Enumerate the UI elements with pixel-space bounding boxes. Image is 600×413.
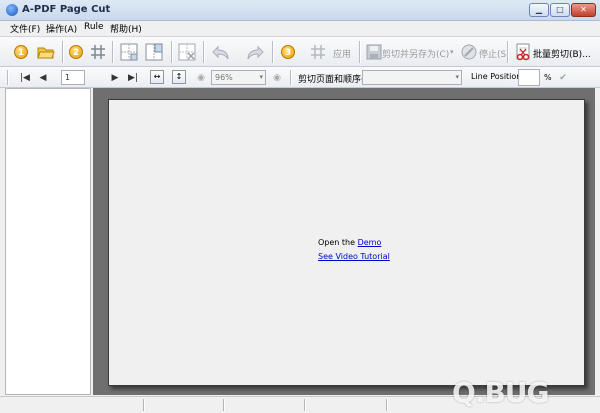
- minimize-button[interactable]: ▁: [529, 3, 549, 17]
- maximize-button[interactable]: □: [550, 3, 570, 17]
- navigation-toolbar: |◀ ◀ 1 ▶ ▶| ↔ ↕ ◉ 96% ▾ ◉ 剪切页面和顺序(C) ▾ L…: [0, 67, 600, 88]
- page-number-input[interactable]: 1: [61, 70, 85, 85]
- confirm-button[interactable]: ✔: [556, 71, 570, 84]
- fit-height-icon: ↕: [175, 72, 183, 81]
- add-row-button[interactable]: [118, 41, 140, 63]
- fit-height-button[interactable]: ↕: [172, 70, 186, 84]
- line-position-label: Line Position:: [471, 72, 525, 81]
- zoom-value: 96%: [215, 73, 233, 82]
- status-separator: [223, 399, 224, 411]
- menu-file[interactable]: 文件(F): [10, 22, 40, 35]
- menu-action[interactable]: 操作(A): [46, 22, 77, 35]
- prev-page-icon: ◀: [39, 72, 47, 83]
- save-icon: [366, 44, 382, 60]
- delete-line-icon: [178, 43, 196, 61]
- step3-badge: 3: [277, 41, 299, 63]
- fit-width-icon: ↔: [153, 72, 161, 81]
- stop-icon: [461, 44, 477, 60]
- undo-icon: [212, 45, 229, 60]
- checkmark-icon: ✔: [559, 72, 567, 83]
- main-toolbar: 1 2 3 应用 剪切并另存为(C) ▾ 停止(S) 批量剪切(B)...: [0, 36, 600, 67]
- status-separator: [304, 399, 305, 411]
- step1-icon: 1: [14, 45, 28, 59]
- video-tutorial-link[interactable]: See Video Tutorial: [318, 252, 390, 261]
- zoom-in-button[interactable]: ◉: [270, 71, 284, 84]
- batch-cut-label[interactable]: 批量剪切(B)...: [533, 47, 591, 60]
- thumbnail-panel[interactable]: [5, 88, 91, 395]
- step2-badge: 2: [65, 41, 87, 63]
- split-vertical-icon: [145, 43, 163, 61]
- toolbar-separator: [507, 41, 508, 63]
- toolbar-grip: [7, 70, 8, 85]
- status-separator: [386, 399, 387, 411]
- apply-button[interactable]: [307, 41, 329, 63]
- open-folder-icon: [37, 47, 55, 59]
- stop-icon-button[interactable]: [458, 41, 480, 63]
- chevron-down-icon: ▾: [259, 73, 263, 81]
- close-button[interactable]: ✕: [571, 3, 596, 17]
- title-bar: A-PDF Page Cut ▁ □ ✕: [0, 0, 600, 21]
- fit-width-button[interactable]: ↔: [150, 70, 164, 84]
- window-title: A-PDF Page Cut: [22, 4, 111, 15]
- document-viewer[interactable]: Open the Demo See Video Tutorial: [93, 88, 595, 395]
- first-page-button[interactable]: |◀: [18, 71, 32, 84]
- percent-sign: %: [544, 73, 552, 82]
- line-position-input[interactable]: [518, 69, 540, 86]
- last-page-button[interactable]: ▶|: [126, 71, 140, 84]
- menu-bar: 文件(F) 操作(A) Rule 帮助(H): [0, 21, 600, 35]
- demo-link[interactable]: Demo: [358, 238, 382, 247]
- menu-help[interactable]: 帮助(H): [110, 22, 142, 35]
- last-page-icon: ▶|: [128, 72, 138, 83]
- apply-grid-icon: [311, 45, 325, 59]
- toolbar-separator: [290, 70, 291, 85]
- split-horizontal-icon: [120, 43, 138, 61]
- toolbar-separator: [203, 41, 204, 63]
- zoom-out-icon: ◉: [197, 72, 205, 83]
- pdf-scissors-icon: [516, 43, 530, 61]
- app-icon: [6, 4, 18, 16]
- zoom-select[interactable]: 96% ▾: [211, 70, 266, 85]
- grid-icon: [91, 45, 105, 59]
- toolbar-separator: [359, 41, 360, 63]
- redo-button[interactable]: [244, 41, 266, 63]
- status-separator: [143, 399, 144, 411]
- chevron-down-icon: ▾: [455, 73, 459, 81]
- batch-cut-icon-button[interactable]: [512, 41, 534, 63]
- redo-icon: [247, 45, 264, 60]
- pdf-page[interactable]: Open the Demo See Video Tutorial: [108, 99, 585, 386]
- chevron-down-icon[interactable]: ▾: [450, 48, 454, 56]
- step2-icon: 2: [69, 45, 83, 59]
- toolbar-separator: [62, 41, 63, 63]
- open-demo-line: Open the Demo: [318, 238, 381, 247]
- zoom-out-button[interactable]: ◉: [194, 71, 208, 84]
- next-page-icon: ▶: [111, 72, 119, 83]
- toolbar-separator: [171, 41, 172, 63]
- delete-line-button[interactable]: [176, 41, 198, 63]
- grid-button[interactable]: [87, 41, 109, 63]
- open-demo-prefix: Open the: [318, 238, 358, 247]
- cut-order-select[interactable]: ▾: [362, 70, 462, 85]
- toolbar-separator: [112, 41, 113, 63]
- undo-button[interactable]: [210, 41, 232, 63]
- step3-icon: 3: [281, 45, 295, 59]
- first-page-icon: |◀: [20, 72, 30, 83]
- watermark-logo: Q.BUG: [452, 376, 549, 409]
- toolbar-separator: [272, 41, 273, 63]
- cut-save-as-label[interactable]: 剪切并另存为(C): [382, 47, 449, 60]
- next-page-button[interactable]: ▶: [108, 71, 122, 84]
- prev-page-button[interactable]: ◀: [36, 71, 50, 84]
- apply-label[interactable]: 应用: [333, 47, 351, 60]
- zoom-in-icon: ◉: [273, 72, 281, 83]
- add-column-button[interactable]: [143, 41, 165, 63]
- step1-badge: 1: [10, 41, 32, 63]
- menu-rule[interactable]: Rule: [84, 22, 104, 32]
- stop-label[interactable]: 停止(S): [479, 47, 510, 60]
- open-folder-button[interactable]: [35, 41, 57, 63]
